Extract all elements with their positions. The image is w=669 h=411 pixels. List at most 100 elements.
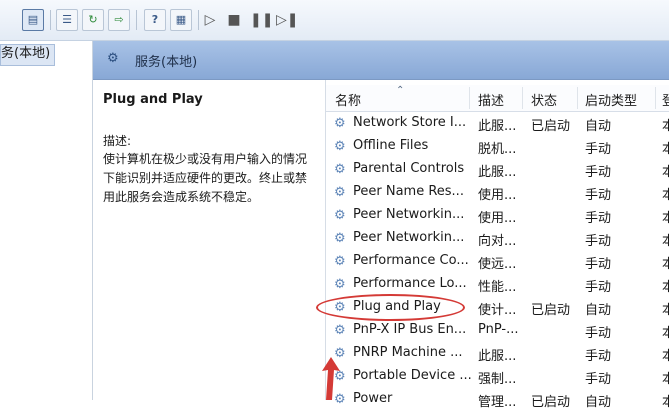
service-row[interactable]: ⚙ Performance Co... 使远... 手动 本: [326, 250, 669, 273]
tree-item-services-local[interactable]: 务(本地): [0, 44, 56, 66]
column-header-description[interactable]: 描述: [478, 90, 504, 109]
service-logon: 本: [662, 303, 669, 318]
properties-icon[interactable]: ▦: [170, 9, 192, 31]
service-startup-type: 自动: [585, 395, 612, 410]
service-logon: 本: [662, 188, 669, 203]
selected-service-name: Plug and Play: [103, 92, 203, 107]
column-header-name[interactable]: 名称: [335, 90, 361, 109]
service-name: Performance Co...: [353, 253, 469, 268]
service-logon: 本: [662, 165, 669, 180]
list-view-icon[interactable]: ☰: [56, 9, 78, 31]
service-row[interactable]: ⚙ Offline Files 脱机... 手动 本: [326, 135, 669, 158]
service-logon: 本: [662, 257, 669, 272]
service-startup-type: 手动: [585, 326, 612, 341]
pause-icon[interactable]: ❚❚: [250, 12, 273, 28]
description-label: 描述:: [103, 134, 132, 148]
service-startup-type: 手动: [585, 257, 612, 272]
service-name: Peer Name Res...: [353, 184, 464, 199]
service-gear-icon: ⚙: [334, 254, 346, 269]
service-row[interactable]: ⚙ Portable Device ... 强制... 手动 本: [326, 365, 669, 388]
sort-up-icon: ⌃: [396, 85, 405, 96]
column-header-startup-type[interactable]: 启动类型: [585, 90, 637, 109]
toolbar-separator: [136, 10, 137, 30]
services-banner: ⚙ 服务(本地): [93, 41, 669, 80]
restart-icon[interactable]: ▷❚: [276, 12, 299, 28]
service-description: 使计...: [478, 303, 517, 318]
toolbar-separator: [50, 10, 51, 30]
service-row[interactable]: ⚙ PNRP Machine ... 此服... 手动 本: [326, 342, 669, 365]
service-name: Offline Files: [353, 138, 429, 153]
description-pane: Plug and Play 描述: 使计算机在极少或没有用户输入的情况下能识别并…: [93, 80, 325, 400]
service-startup-type: 手动: [585, 188, 612, 203]
service-gear-icon: ⚙: [334, 231, 346, 246]
service-startup-type: 自动: [585, 119, 612, 134]
service-gear-icon: ⚙: [334, 208, 346, 223]
service-name: PNRP Machine ...: [353, 345, 463, 360]
service-startup-type: 手动: [585, 280, 612, 295]
services-list: ⌃ 名称 描述 状态 启动类型 登 ⚙ Network Store I... 此…: [325, 80, 669, 410]
service-name: PnP-X IP Bus En...: [353, 322, 467, 337]
column-divider[interactable]: [655, 87, 656, 109]
service-startup-type: 手动: [585, 372, 612, 387]
list-header: ⌃ 名称 描述 状态 启动类型 登: [326, 85, 669, 112]
service-logon: 本: [662, 119, 669, 134]
service-description: 此服...: [478, 349, 517, 364]
service-name: Peer Networkin...: [353, 230, 465, 245]
annotation-arrow-icon: [322, 357, 340, 400]
service-logon: 本: [662, 395, 669, 410]
annotation-highlight-ring: [316, 294, 465, 321]
gear-icon: ⚙: [107, 51, 119, 66]
service-description: 脱机...: [478, 142, 517, 157]
service-description: 使用...: [478, 211, 517, 226]
service-gear-icon: ⚙: [334, 139, 346, 154]
column-header-status[interactable]: 状态: [531, 90, 557, 109]
service-startup-type: 手动: [585, 165, 612, 180]
service-description: 使用...: [478, 188, 517, 203]
refresh-icon[interactable]: ↻: [82, 9, 104, 31]
service-description: 此服...: [478, 165, 517, 180]
service-gear-icon: ⚙: [334, 162, 346, 177]
service-name: Power: [353, 391, 393, 406]
column-divider[interactable]: [469, 87, 470, 109]
description-text: 使计算机在极少或没有用户输入的情况下能识别并适应硬件的更改。终止或禁用此服务会造…: [103, 152, 308, 204]
service-row[interactable]: ⚙ Parental Controls 此服... 手动 本: [326, 158, 669, 181]
service-row[interactable]: ⚙ Performance Lo... 性能... 手动 本: [326, 273, 669, 296]
service-startup-type: 手动: [585, 142, 612, 157]
service-logon: 本: [662, 142, 669, 157]
service-startup-type: 手动: [585, 349, 612, 364]
column-divider[interactable]: [577, 87, 578, 109]
service-row[interactable]: ⚙ Peer Networkin... 使用... 手动 本: [326, 204, 669, 227]
service-logon: 本: [662, 211, 669, 226]
service-row[interactable]: ⚙ Peer Networkin... 向对... 手动 本: [326, 227, 669, 250]
service-startup-type: 手动: [585, 211, 612, 226]
service-name: Network Store I...: [353, 115, 467, 130]
service-description: 此服...: [478, 119, 517, 134]
service-gear-icon: ⚙: [334, 116, 346, 131]
stop-icon[interactable]: ■: [226, 12, 242, 28]
export-icon[interactable]: ⇨: [108, 9, 130, 31]
service-row[interactable]: ⚙ PnP-X IP Bus En... PnP-... 手动 本: [326, 319, 669, 342]
service-gear-icon: ⚙: [334, 323, 346, 338]
service-name: Performance Lo...: [353, 276, 467, 291]
service-startup-type: 自动: [585, 303, 612, 318]
play-icon[interactable]: ▷: [202, 12, 218, 28]
service-logon: 本: [662, 349, 669, 364]
service-row[interactable]: ⚙ Network Store I... 此服... 已启动 自动 本: [326, 112, 669, 135]
toolbar: ▤ ☰ ↻ ⇨ ? ▦ ▷ ■ ❚❚ ▷❚: [0, 0, 669, 41]
service-logon: 本: [662, 372, 669, 387]
service-logon: 本: [662, 234, 669, 249]
help-icon[interactable]: ?: [144, 9, 166, 31]
tree-pane: 务(本地): [0, 41, 93, 400]
service-gear-icon: ⚙: [334, 185, 346, 200]
service-description: 强制...: [478, 372, 517, 387]
column-header-logon[interactable]: 登: [662, 90, 669, 109]
service-status: 已启动: [531, 119, 571, 134]
service-description: 性能...: [478, 280, 517, 295]
service-status: 已启动: [531, 395, 571, 410]
service-row[interactable]: ⚙ Peer Name Res... 使用... 手动 本: [326, 181, 669, 204]
service-description: 使远...: [478, 257, 517, 272]
column-divider[interactable]: [522, 87, 523, 109]
pane-icon[interactable]: ▤: [22, 9, 44, 31]
service-startup-type: 手动: [585, 234, 612, 249]
service-description: PnP-...: [478, 322, 519, 337]
